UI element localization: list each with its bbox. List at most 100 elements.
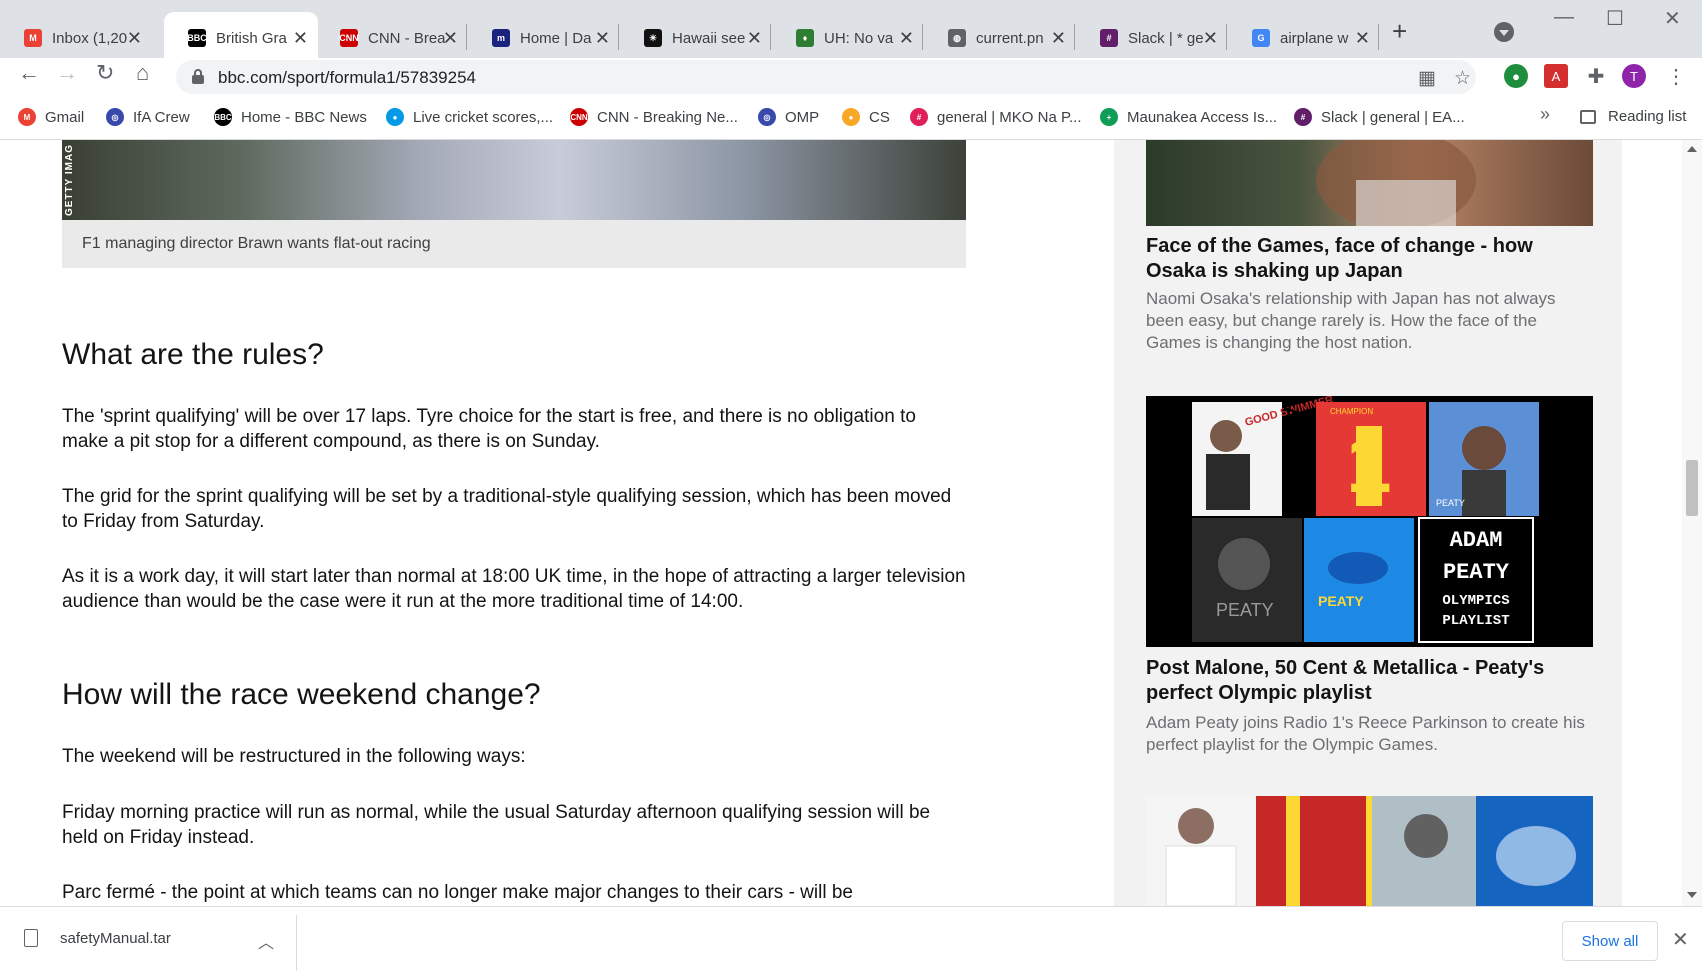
forward-icon[interactable]: → <box>56 60 78 86</box>
menu-kebab-icon[interactable]: ⋮ <box>1664 64 1688 88</box>
tab-separator <box>618 24 619 50</box>
bookmarks-bar: M Gmail ◎ IfA Crew BBC Home - BBC News ● Live c… <box>0 96 1702 140</box>
tab-title[interactable]: airplane w <box>1280 30 1358 47</box>
tab-hawaii[interactable]: ☀ Hawaii see ✕ <box>620 12 772 64</box>
close-downloads-icon[interactable]: ✕ <box>1672 927 1689 952</box>
peaty-left-text: PEATY <box>1216 600 1274 620</box>
bookmark-item[interactable]: CNN CNN - Breaking Ne... <box>570 108 738 126</box>
bookmark-label[interactable]: OMP <box>785 109 819 126</box>
url-text[interactable]: bbc.com/sport/formula1/57839254 <box>218 68 476 88</box>
bookmark-item[interactable]: # Slack | general | EA... <box>1294 108 1465 126</box>
osaka-story-image[interactable] <box>1146 140 1593 226</box>
tab-title[interactable]: Home | Da <box>520 30 598 47</box>
bookmark-label[interactable]: Live cricket scores,... <box>413 109 553 126</box>
bookmark-label[interactable]: Slack | general | EA... <box>1321 109 1465 126</box>
tab-gmail[interactable]: M Inbox (1,20 ✕ <box>0 12 152 64</box>
tab-bbc[interactable]: BBC British Gra ✕ <box>164 12 318 64</box>
close-tab-icon[interactable]: ✕ <box>1355 28 1370 49</box>
bookmark-item[interactable]: M Gmail <box>18 108 84 126</box>
bookmark-label[interactable]: CNN - Breaking Ne... <box>597 109 738 126</box>
olympics-collage-image[interactable] <box>1146 796 1593 906</box>
bbc-icon: BBC <box>214 108 232 126</box>
close-tab-icon[interactable]: ✕ <box>899 28 914 49</box>
gmail-icon: M <box>18 108 36 126</box>
scroll-down-icon[interactable] <box>1687 892 1697 898</box>
tab-google[interactable]: Gairplane w ✕ <box>1228 12 1380 64</box>
reload-icon[interactable]: ↻ <box>96 60 114 86</box>
bookmark-label[interactable]: Home - BBC News <box>241 109 367 126</box>
uh-icon: ♦ <box>796 29 814 47</box>
bookmark-label[interactable]: Gmail <box>45 109 84 126</box>
playlist-olympics-text: OLYMPICS <box>1442 593 1509 609</box>
tab-separator <box>922 24 923 50</box>
download-item[interactable]: safetyManual.tar <box>24 929 171 947</box>
paragraph: As it is a work day, it will start later… <box>62 566 966 612</box>
bookmark-item[interactable]: BBC Home - BBC News <box>214 108 367 126</box>
bookmarks-overflow-icon[interactable]: » <box>1540 104 1550 125</box>
tab-globe[interactable]: ◍ current.pn ✕ <box>924 12 1076 64</box>
close-tab-icon[interactable]: ✕ <box>595 28 610 49</box>
tab-uh[interactable]: ♦ UH: No va ✕ <box>772 12 924 64</box>
bookmark-item[interactable]: + Maunakea Access Is... <box>1100 108 1277 126</box>
bookmark-label[interactable]: IfA Crew <box>133 109 190 126</box>
file-icon <box>24 929 38 947</box>
close-tab-icon[interactable]: ✕ <box>443 28 458 49</box>
google-icon: G <box>1252 29 1270 47</box>
champion-text: CHAMPION <box>1330 407 1373 416</box>
chevron-up-icon[interactable]: ︿ <box>258 929 274 953</box>
bookmark-item[interactable]: ● CS <box>842 108 890 126</box>
maximize-icon[interactable]: ☐ <box>1606 6 1624 31</box>
scroll-up-icon[interactable] <box>1687 146 1697 152</box>
bookmark-label[interactable]: Maunakea Access Is... <box>1127 109 1277 126</box>
peaty-small-text: PEATY <box>1436 498 1465 508</box>
story-title[interactable]: Post Malone, 50 Cent & Metallica - Peaty… <box>1146 656 1593 706</box>
extension-green-icon[interactable]: ● <box>1504 64 1528 88</box>
reading-list-button[interactable]: Reading list <box>1580 108 1686 125</box>
peaty-playlist-image[interactable]: GOOD SWIMMER ADAM PEATY CHAMPION 1 PEATY… <box>1146 396 1593 647</box>
tab-separator <box>1226 24 1227 50</box>
photo-caption: F1 managing director Brawn wants flat-ou… <box>62 220 966 268</box>
close-tab-icon[interactable]: ✕ <box>1203 28 1218 49</box>
tab-title[interactable]: Hawaii see <box>672 30 750 47</box>
new-tab-button[interactable]: + <box>1392 16 1407 47</box>
close-tab-icon[interactable]: ✕ <box>1051 28 1066 49</box>
story-title[interactable]: Face of the Games, face of change - how … <box>1146 234 1593 284</box>
download-filename[interactable]: safetyManual.tar <box>60 930 171 947</box>
pdf-extension-icon[interactable]: A <box>1544 64 1568 88</box>
bookmark-item[interactable]: ◎ OMP <box>758 108 819 126</box>
close-window-icon[interactable]: ✕ <box>1664 6 1681 31</box>
page-scrollbar[interactable] <box>1682 140 1702 906</box>
tab-title[interactable]: Slack | * ge <box>1128 30 1206 47</box>
lock-icon[interactable] <box>192 69 204 84</box>
tab-slack[interactable]: # Slack | * ge ✕ <box>1076 12 1228 64</box>
tab-title[interactable]: current.pn <box>976 30 1054 47</box>
tab-cnn[interactable]: CNN CNN - Brea ✕ <box>316 12 468 64</box>
tab-title[interactable]: Inbox (1,20 <box>52 30 130 47</box>
bookmark-label[interactable]: CS <box>869 109 890 126</box>
bookmark-item[interactable]: # general | MKO Na P... <box>910 108 1082 126</box>
home-icon[interactable]: ⌂ <box>136 60 149 86</box>
tab-title[interactable]: UH: No va <box>824 30 902 47</box>
close-tab-icon[interactable]: ✕ <box>293 28 308 49</box>
playlist-word-text: PLAYLIST <box>1442 613 1509 629</box>
close-tab-icon[interactable]: ✕ <box>127 28 142 49</box>
close-tab-icon[interactable]: ✕ <box>747 28 762 49</box>
extensions-puzzle-icon[interactable]: ✚ <box>1584 64 1608 88</box>
reading-list-icon <box>1580 109 1596 124</box>
bookmark-item[interactable]: ● Live cricket scores,... <box>386 108 553 126</box>
bookmark-item[interactable]: ◎ IfA Crew <box>106 108 190 126</box>
back-icon[interactable]: ← <box>18 60 40 86</box>
profile-avatar[interactable]: T <box>1622 64 1646 88</box>
minimize-icon[interactable]: — <box>1554 6 1574 29</box>
bookmark-star-icon[interactable]: ☆ <box>1454 67 1471 90</box>
tab-title[interactable]: British Gra <box>216 30 294 47</box>
paragraph: The grid for the sprint qualifying will … <box>62 486 952 532</box>
show-all-button[interactable]: Show all <box>1562 921 1658 961</box>
qr-code-icon[interactable]: ▦ <box>1418 67 1436 90</box>
bookmark-label[interactable]: general | MKO Na P... <box>937 109 1082 126</box>
tab-home[interactable]: m Home | Da ✕ <box>468 12 620 64</box>
address-bar[interactable]: bbc.com/sport/formula1/57839254 ▦ ☆ <box>176 60 1476 94</box>
tab-search-icon[interactable] <box>1494 22 1514 42</box>
tab-title[interactable]: CNN - Brea <box>368 30 446 47</box>
scrollbar-thumb[interactable] <box>1686 460 1698 516</box>
